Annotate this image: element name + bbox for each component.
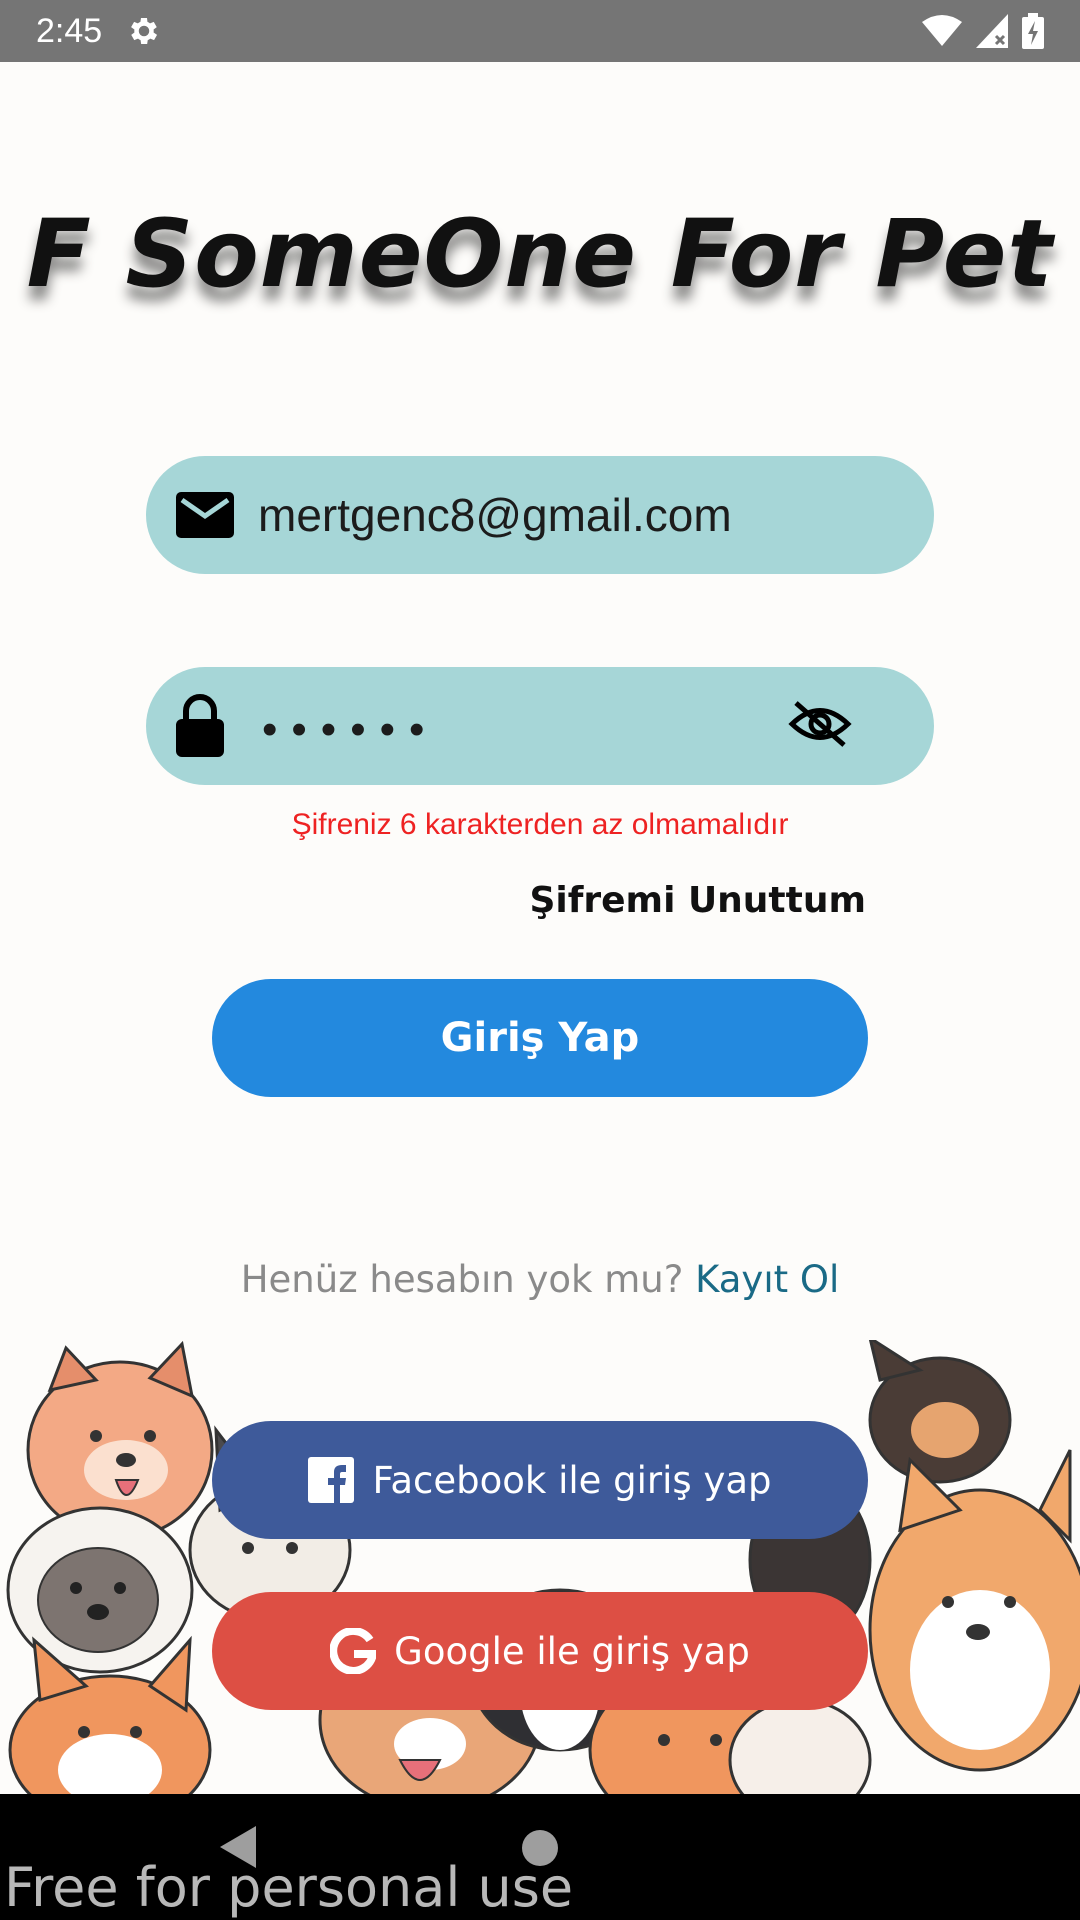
eye-off-icon[interactable] (788, 699, 852, 749)
email-field[interactable]: mertgenc8@gmail.com (146, 456, 934, 574)
google-login-button[interactable]: Google ile giriş yap (212, 1592, 868, 1710)
google-icon (330, 1628, 377, 1674)
status-icons (922, 13, 1044, 49)
signup-link[interactable]: Kayıt Ol (695, 1258, 839, 1301)
settings-gear-icon (131, 17, 158, 45)
app-logo: F SomeOne For Pet (26, 200, 1054, 309)
mail-icon (176, 492, 234, 538)
battery-icon (1022, 13, 1044, 49)
password-input[interactable]: •••••• (262, 705, 438, 755)
signup-prompt: Henüz hesabın yok mu? Kayıt Ol (0, 1258, 1080, 1301)
signal-icon (976, 14, 1008, 48)
watermark-text: Free for personal use (4, 1856, 574, 1919)
facebook-login-button[interactable]: Facebook ile giriş yap (212, 1421, 868, 1539)
email-input[interactable]: mertgenc8@gmail.com (258, 488, 732, 542)
google-login-label: Google ile giriş yap (394, 1629, 750, 1673)
facebook-login-label: Facebook ile giriş yap (372, 1458, 772, 1502)
wifi-icon (922, 15, 962, 46)
forgot-password-link[interactable]: Şifremi Unuttum (529, 880, 866, 921)
password-field[interactable]: •••••• (146, 667, 934, 785)
dogs-illustration (0, 1340, 1080, 1796)
login-button[interactable]: Giriş Yap (212, 979, 868, 1097)
status-bar: 2:45 (0, 0, 1080, 62)
facebook-icon (308, 1457, 355, 1503)
password-error-message: Şifreniz 6 karakterden az olmamalıdır (291, 808, 789, 841)
dogs-illustration-art (6, 1340, 1080, 1796)
status-time: 2:45 (36, 11, 103, 50)
signup-prompt-text: Henüz hesabın yok mu? (240, 1258, 684, 1301)
lock-icon (176, 694, 224, 757)
